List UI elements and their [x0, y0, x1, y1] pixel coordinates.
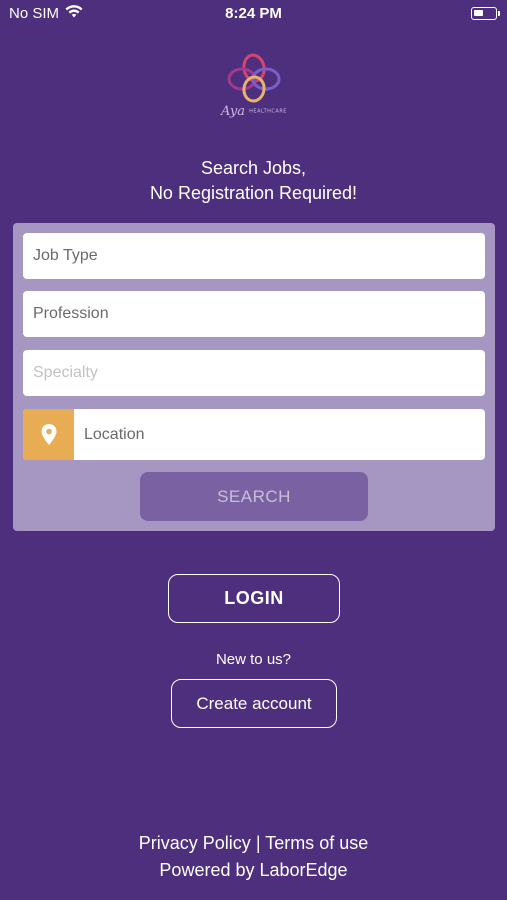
logo-text: Aya HEALTHCARE — [221, 104, 287, 119]
powered-by-text: Powered by LaborEdge — [159, 860, 348, 880]
terms-of-use-link[interactable]: Terms of use — [265, 833, 368, 853]
login-button[interactable]: LOGIN — [168, 574, 340, 623]
screen: No SIM 8:24 PM Aya HEALTHCARE Search Job… — [0, 0, 507, 900]
headline-line-1: Search Jobs, — [200, 158, 307, 178]
job-type-field[interactable]: Job Type — [23, 233, 485, 279]
privacy-policy-link[interactable]: Privacy Policy — [139, 833, 251, 853]
battery-icon — [471, 7, 500, 20]
search-button[interactable]: SEARCH — [140, 472, 368, 521]
logo-icon: Aya HEALTHCARE — [212, 52, 296, 126]
location-field[interactable]: Location — [23, 409, 485, 460]
headline-line-2: No Registration Required! — [149, 183, 358, 203]
headline: Search Jobs, No Registration Required! — [0, 156, 507, 206]
status-time: 8:24 PM — [225, 5, 282, 22]
search-panel: Job Type Profession Specialty Location S… — [13, 223, 495, 531]
specialty-field[interactable]: Specialty — [23, 350, 485, 396]
footer-links: Privacy Policy | Terms of use — [0, 830, 507, 857]
job-type-placeholder: Job Type — [33, 247, 98, 264]
profession-field[interactable]: Profession — [23, 291, 485, 337]
specialty-placeholder: Specialty — [33, 364, 98, 381]
status-bar: No SIM 8:24 PM — [0, 0, 507, 28]
footer: Privacy Policy | Terms of use Powered by… — [0, 830, 507, 884]
location-placeholder: Location — [84, 425, 145, 443]
footer-separator: | — [255, 833, 261, 853]
location-pin-icon — [23, 409, 74, 460]
profession-placeholder: Profession — [33, 305, 109, 322]
new-to-us-text: New to us? — [215, 651, 292, 668]
create-account-button[interactable]: Create account — [171, 679, 337, 728]
